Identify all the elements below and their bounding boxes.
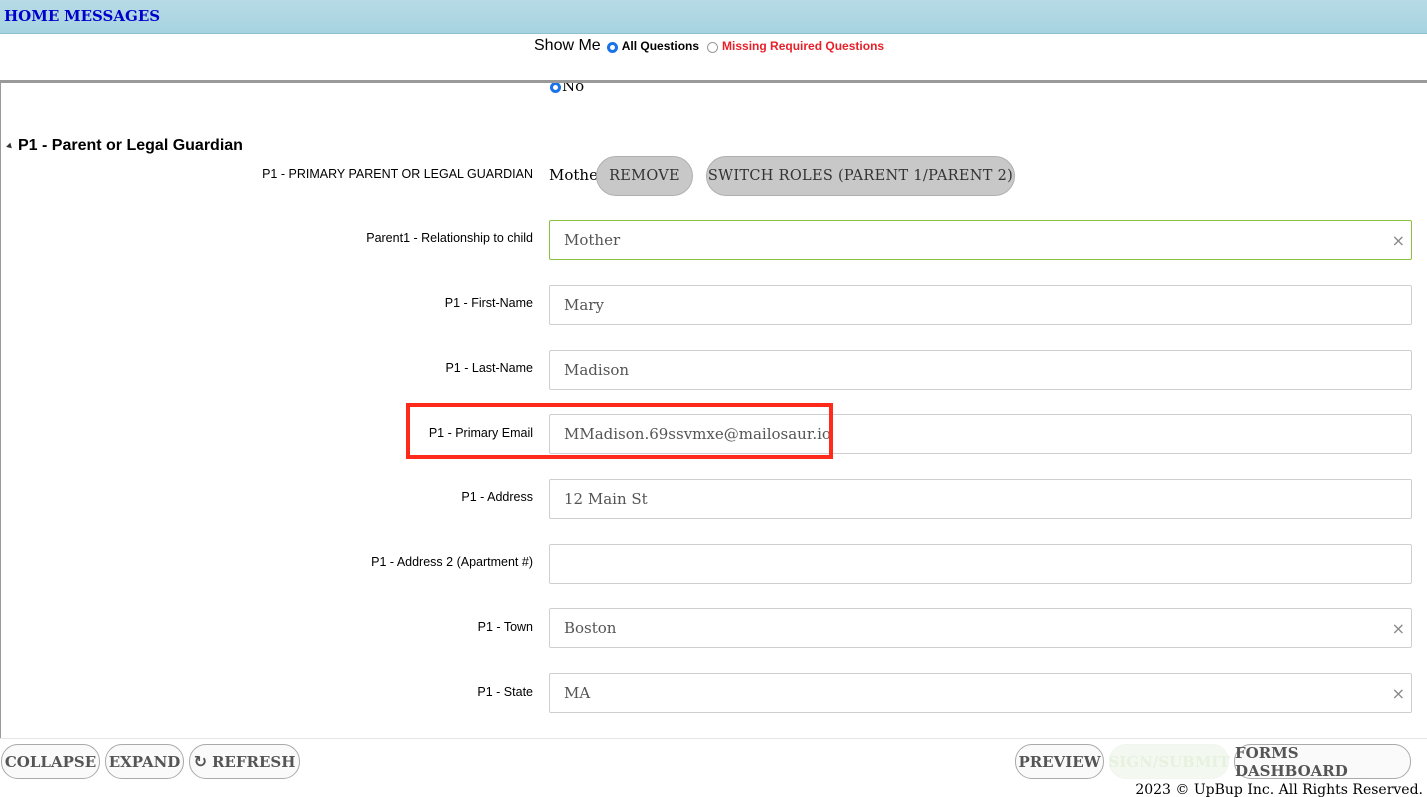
town-select[interactable]: Boston ×	[549, 608, 1412, 648]
primary-email-value: MMadison.69ssvmxe@mailosaur.io	[564, 425, 831, 443]
show-me-filter: Show Me All Questions Missing Required Q…	[534, 36, 884, 56]
town-value: Boston	[564, 619, 617, 637]
remove-button[interactable]: REMOVE	[596, 156, 693, 196]
show-me-label: Show Me	[534, 37, 601, 54]
clear-icon[interactable]: ×	[1392, 619, 1405, 638]
missing-required-label[interactable]: Missing Required Questions	[722, 39, 884, 53]
state-value: MA	[564, 684, 591, 702]
no-radio-label: No	[562, 80, 585, 95]
address-value: 12 Main St	[564, 490, 648, 508]
refresh-button[interactable]: ↻ REFRESH	[189, 744, 300, 779]
first-name-value: Mary	[564, 296, 604, 314]
relationship-value: Mother	[564, 231, 621, 249]
missing-required-radio[interactable]	[707, 41, 719, 53]
last-name-label: P1 - Last-Name	[445, 361, 533, 375]
address-label: P1 - Address	[461, 490, 533, 504]
first-name-label: P1 - First-Name	[444, 296, 533, 310]
forms-dashboard-button[interactable]: FORMS DASHBOARD	[1234, 744, 1411, 780]
nav-messages-link[interactable]: MESSAGES	[64, 7, 160, 25]
expand-button[interactable]: EXPAND	[105, 744, 184, 779]
nav-home-link[interactable]: HOME	[4, 7, 59, 25]
no-radio[interactable]	[550, 83, 561, 93]
collapse-button[interactable]: COLLAPSE	[1, 744, 100, 779]
sign-submit-button[interactable]: SIGN/SUBMIT	[1108, 744, 1230, 779]
primary-email-label: P1 - Primary Email	[428, 426, 533, 440]
role-label: P1 - PRIMARY PARENT OR LEGAL GUARDIAN	[262, 167, 533, 181]
copyright-footer: 2023 © UpBup Inc. All Rights Reserved.	[1135, 782, 1423, 797]
switch-roles-button[interactable]: SWITCH ROLES (PARENT 1/PARENT 2)	[706, 156, 1015, 196]
previous-answer-row: No	[550, 80, 585, 95]
preview-button[interactable]: PREVIEW	[1015, 744, 1104, 779]
clear-icon[interactable]: ×	[1392, 684, 1405, 703]
section-title: P1 - Parent or Legal Guardian	[18, 137, 243, 154]
primary-email-input[interactable]: MMadison.69ssvmxe@mailosaur.io	[549, 414, 1412, 454]
all-questions-radio[interactable]	[606, 41, 618, 53]
relationship-select[interactable]: Mother ×	[549, 220, 1412, 260]
last-name-input[interactable]: Madison	[549, 350, 1412, 390]
all-questions-label[interactable]: All Questions	[622, 39, 699, 53]
address2-input[interactable]	[549, 544, 1412, 584]
section-header[interactable]: P1 - Parent or Legal Guardian	[6, 137, 243, 155]
clear-icon[interactable]: ×	[1392, 231, 1405, 250]
address2-label: P1 - Address 2 (Apartment #)	[371, 555, 533, 569]
state-label: P1 - State	[477, 685, 533, 699]
refresh-icon: ↻	[193, 752, 207, 771]
state-select[interactable]: MA ×	[549, 673, 1412, 713]
bottom-toolbar: COLLAPSE EXPAND ↻ REFRESH PREVIEW SIGN/S…	[0, 738, 1427, 782]
last-name-value: Madison	[564, 361, 630, 379]
top-nav-bar: HOME MESSAGES	[0, 0, 1427, 34]
first-name-input[interactable]: Mary	[549, 285, 1412, 325]
collapse-triangle-icon[interactable]	[6, 142, 14, 150]
refresh-label: REFRESH	[211, 752, 296, 771]
address-input[interactable]: 12 Main St	[549, 479, 1412, 519]
form-panel: No P1 - Parent or Legal Guardian P1 - PR…	[0, 80, 1427, 738]
town-label: P1 - Town	[477, 620, 533, 634]
relationship-label: Parent1 - Relationship to child	[366, 231, 533, 245]
